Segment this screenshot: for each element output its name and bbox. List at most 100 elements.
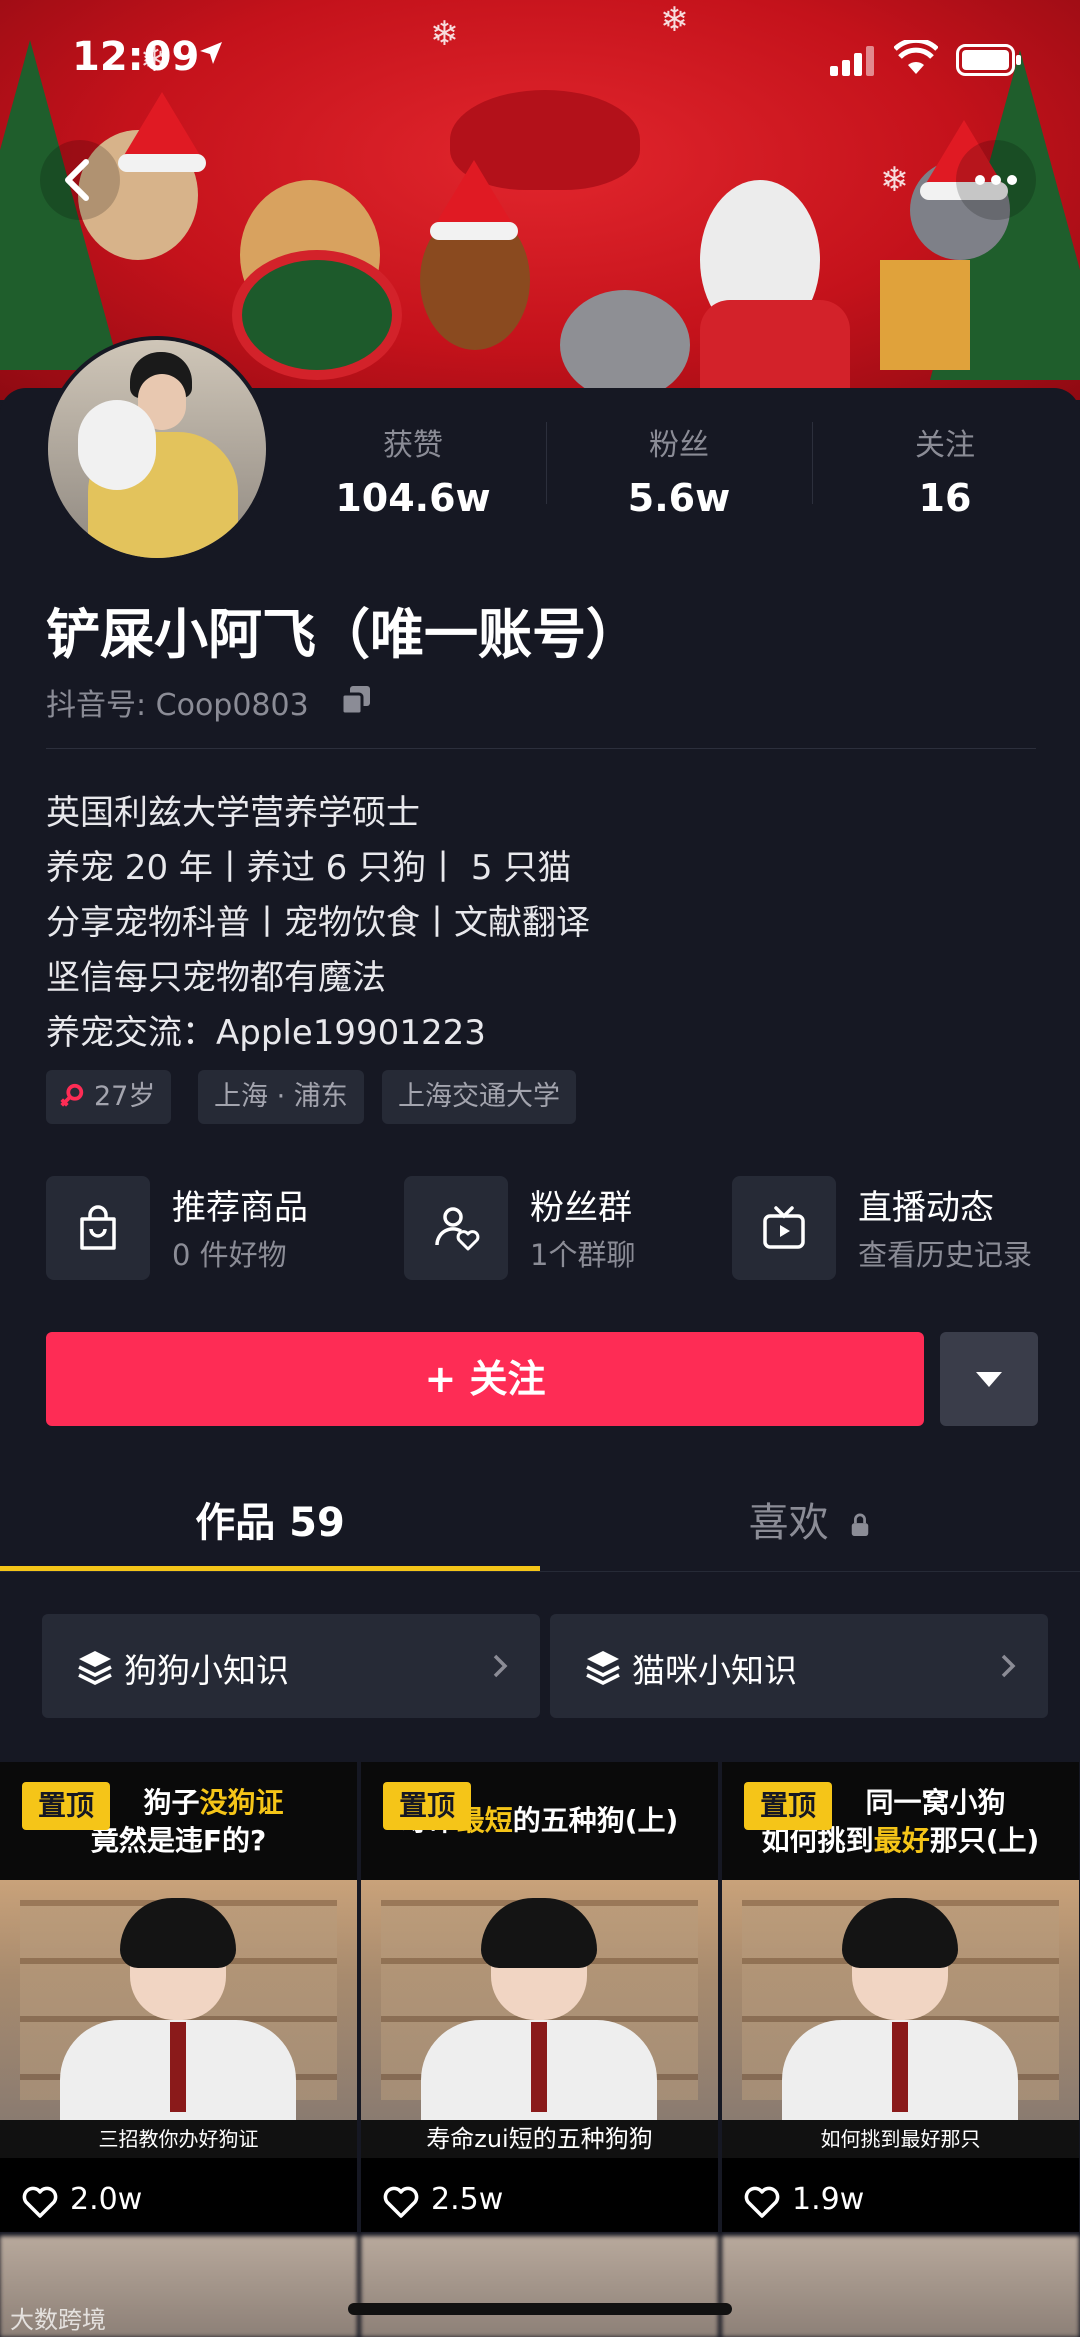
stat-value: 16 [918, 476, 972, 520]
bio: 英国利兹大学营养学硕士 养宠 20 年丨养过 6 只狗丨 5 只猫 分享宠物科普… [46, 786, 590, 1061]
live-history-card[interactable]: 直播动态 查看历史记录 [732, 1176, 1062, 1280]
home-indicator[interactable] [348, 2303, 732, 2315]
person-tie [531, 2022, 547, 2112]
lock-icon [852, 1513, 869, 1536]
video-thumbnail-partial[interactable] [361, 2236, 718, 2337]
title-text: 狗子 [143, 1786, 200, 1819]
collection-dog-knowledge[interactable]: 狗狗小知识 [42, 1614, 540, 1718]
title-highlight: 没狗证 [199, 1786, 284, 1819]
stat-value: 5.6w [627, 476, 731, 520]
avatar-cat [78, 400, 156, 490]
back-button[interactable] [40, 140, 120, 220]
divider [46, 748, 1036, 749]
card-title: 直播动态 [858, 1188, 994, 1228]
title-text: 的五种狗(上) [512, 1804, 679, 1837]
profile-name: 铲屎小阿飞（唯一账号） [46, 603, 640, 666]
more-options-button[interactable] [956, 140, 1036, 220]
layers-icon [78, 1651, 112, 1685]
like-count: 2.0w [70, 2182, 143, 2217]
age-label: 27岁 [94, 1081, 156, 1112]
heart-icon [383, 2186, 419, 2218]
recommended-products-card[interactable]: 推荐商品 0 件好物 [46, 1176, 376, 1280]
collection-label: 猫咪小知识 [632, 1651, 797, 1690]
divider [0, 1571, 1080, 1572]
chevron-right-icon [493, 1654, 508, 1678]
bio-line: 分享宠物科普丨宠物饮食丨文献翻译 [46, 903, 590, 943]
card-icon-box [46, 1176, 150, 1280]
stat-followers[interactable]: 粉丝 5.6w [546, 410, 812, 520]
title-highlight: 最好 [873, 1824, 930, 1857]
battery-icon [956, 44, 1021, 76]
female-icon [60, 1083, 84, 1107]
school-tag: 上海交通大学 [382, 1070, 576, 1124]
video-scene [0, 1880, 357, 2130]
more-dots-icon [975, 175, 1017, 185]
card-icon-box [404, 1176, 508, 1280]
avatar[interactable] [44, 336, 270, 562]
santa-hat-icon [430, 160, 518, 240]
group-icon [435, 1207, 480, 1251]
video-thumbnail[interactable]: 同一窝小狗 如何挑到最好那只(上) 如何挑到最好那只 1.9w 置顶 [722, 1762, 1079, 2232]
stat-likes[interactable]: 获赞 104.6w [280, 410, 546, 520]
wifi-icon [894, 40, 938, 74]
follow-button[interactable]: + 关注 [46, 1332, 924, 1426]
pinned-badge: 置顶 [744, 1782, 832, 1830]
video-scene [722, 1880, 1079, 2130]
location-tag: 上海 · 浦东 [198, 1070, 364, 1124]
bio-line: 坚信每只宠物都有魔法 [46, 958, 386, 998]
video-thumbnail[interactable]: 狗子没狗证 竟然是违F的? 三招教你办好狗证 2.0w 置顶 [0, 1762, 357, 2232]
tab-likes[interactable]: 喜欢 [540, 1490, 1080, 1570]
status-bar: 12:09 [0, 0, 1080, 110]
location-arrow-icon [200, 42, 222, 64]
layers-icon [586, 1651, 620, 1685]
card-icon-box [732, 1176, 836, 1280]
card-title: 推荐商品 [172, 1188, 308, 1228]
tab-works[interactable]: 作品 59 [0, 1490, 540, 1570]
stats-row: 获赞 104.6w 粉丝 5.6w 关注 16 [280, 410, 1080, 520]
snowflake-icon: ❄ [880, 160, 909, 200]
video-subtitle: 如何挑到最好那只 [722, 2120, 1079, 2158]
status-time: 12:09 [72, 34, 200, 80]
card-subtitle: 0 件好物 [172, 1238, 287, 1272]
stat-following[interactable]: 关注 16 [812, 410, 1078, 520]
chevron-right-icon [1001, 1654, 1016, 1678]
card-subtitle: 查看历史记录 [858, 1238, 1033, 1272]
cat-outfit [700, 300, 850, 390]
pinned-badge: 置顶 [383, 1782, 471, 1830]
bio-line: 养宠交流：Apple19901223 [46, 1013, 486, 1053]
pinned-badge: 置顶 [22, 1782, 110, 1830]
video-scene [361, 1880, 718, 2130]
like-count: 1.9w [792, 2182, 865, 2217]
heart-icon [22, 2186, 58, 2218]
age-tag: 27岁 [46, 1070, 172, 1124]
video-thumbnail[interactable]: 寿命最短的五种狗(上) 寿命zui短的五种狗狗 2.5w 置顶 [361, 1762, 718, 2232]
tv-icon [763, 1206, 805, 1249]
stat-label: 获赞 [383, 428, 443, 463]
stat-label: 粉丝 [649, 428, 709, 463]
video-subtitle: 寿命zui短的五种狗狗 [361, 2120, 718, 2158]
like-count: 2.5w [431, 2182, 504, 2217]
stat-value: 104.6w [335, 476, 491, 520]
video-subtitle: 三招教你办好狗证 [0, 2120, 357, 2158]
person-tie [892, 2022, 908, 2112]
gift-box [880, 260, 970, 370]
card-title: 粉丝群 [530, 1188, 632, 1228]
heart-icon [744, 2186, 780, 2218]
title-text: 那只(上) [929, 1824, 1040, 1857]
shopping-bag-icon [80, 1205, 116, 1250]
fan-group-card[interactable]: 粉丝群 1个群聊 [404, 1176, 714, 1280]
signal-icon [830, 46, 874, 76]
tab-label: 喜欢 [748, 1500, 829, 1546]
recommend-dropdown-button[interactable] [940, 1332, 1038, 1426]
watermark: 大数跨境 [10, 2306, 106, 2334]
chevron-left-icon [65, 159, 89, 201]
bio-line: 养宠 20 年丨养过 6 只狗丨 5 只猫 [46, 848, 572, 888]
bio-line: 英国利兹大学营养学硕士 [46, 793, 420, 833]
collection-cat-knowledge[interactable]: 猫咪小知识 [550, 1614, 1048, 1718]
account-id: 抖音号: Coop0803 [46, 688, 309, 723]
video-thumbnail-partial[interactable] [722, 2236, 1079, 2337]
stat-label: 关注 [915, 428, 975, 463]
grey-cat-image [560, 290, 690, 400]
copy-icon[interactable] [340, 684, 372, 716]
collection-label: 狗狗小知识 [124, 1651, 289, 1690]
